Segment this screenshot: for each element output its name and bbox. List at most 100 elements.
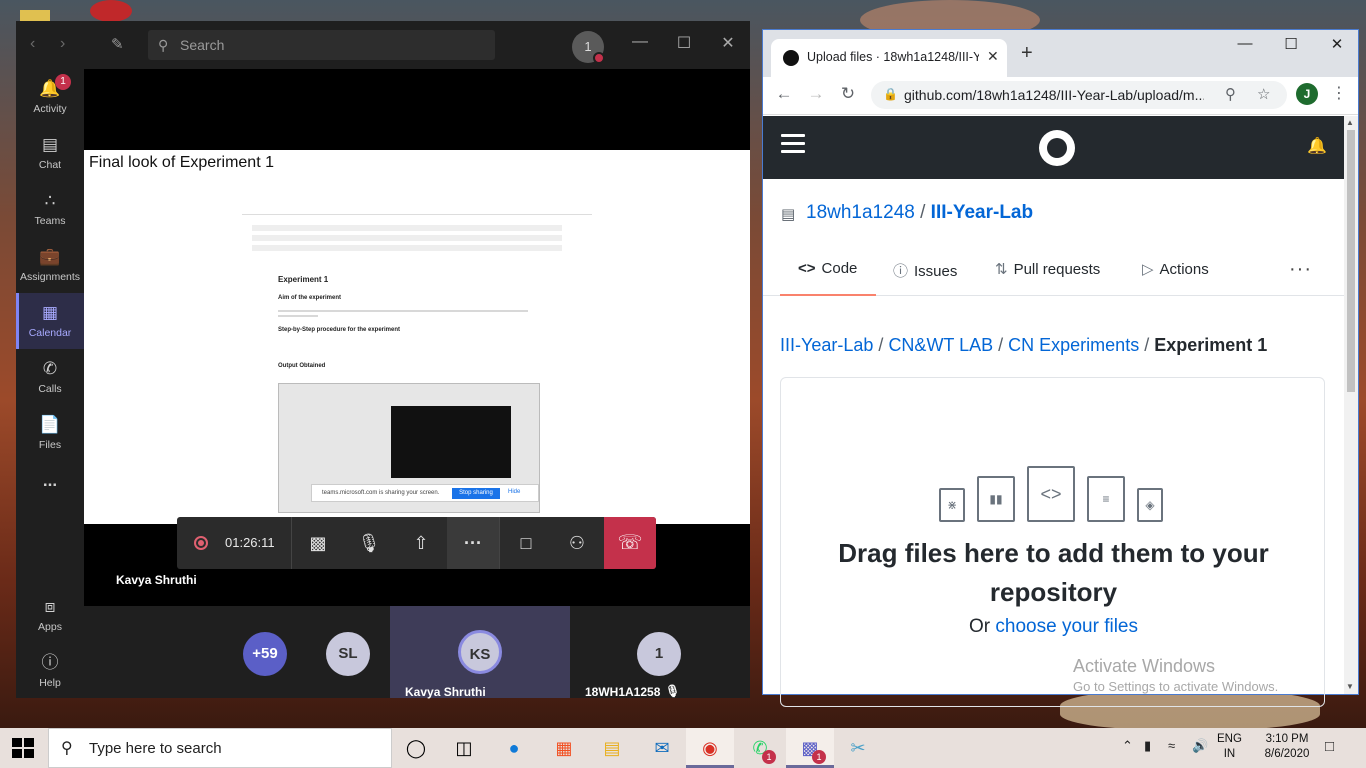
rail-item-calls[interactable]: ✆ Calls <box>16 349 84 405</box>
doc-procedure: Step-by-Step procedure for the experimen… <box>278 327 401 333</box>
system-clock[interactable]: 3:10 PM 8/6/2020 <box>1257 732 1317 762</box>
more-options-icon[interactable]: ··· <box>458 529 488 557</box>
chrome-icon[interactable]: ◉ <box>686 728 734 768</box>
mic-off-icon[interactable]: 🎙 <box>354 529 384 557</box>
participant-avatar[interactable]: SL <box>326 632 370 676</box>
maximize-button[interactable]: ☐ <box>672 33 696 53</box>
show-hidden-icons-icon[interactable]: ⌃ <box>1122 738 1133 754</box>
breadcrumb-current: Experiment 1 <box>1154 335 1268 355</box>
scroll-down-icon[interactable]: ▼ <box>1346 682 1354 691</box>
search-icon: ⚲ <box>158 37 169 53</box>
maximize-button[interactable]: ☐ <box>1279 35 1303 53</box>
rail-item-teams[interactable]: ∴ Teams <box>16 181 84 237</box>
camera-off-icon[interactable]: ▩ <box>303 529 333 557</box>
participant-avatar[interactable]: 1 <box>637 632 681 676</box>
mail-icon[interactable]: ✉ <box>638 728 686 768</box>
files-icon: 📄 <box>39 415 61 434</box>
profile-avatar[interactable]: J <box>1296 83 1318 105</box>
windows-start-icon[interactable] <box>12 738 34 758</box>
edge-icon[interactable]: ● <box>490 728 538 768</box>
page-scrollbar[interactable]: ▲ ▼ <box>1344 116 1358 694</box>
file-drop-zone[interactable]: ⋇ ▮▮ <> ≡ ◈ Drag files here to add them … <box>780 377 1325 707</box>
rail-label: Files <box>38 439 62 451</box>
zoom-icon[interactable]: ⚲ <box>1225 85 1236 103</box>
menu-kebab-icon[interactable]: ⋮ <box>1331 83 1347 103</box>
rail-item-apps[interactable]: ⧈ Apps <box>16 587 84 643</box>
rail-item-chat[interactable]: ▤ Chat <box>16 125 84 181</box>
github-logo-icon[interactable] <box>1039 130 1075 166</box>
repo-name-link[interactable]: III-Year-Lab <box>931 202 1033 223</box>
breadcrumb-link[interactable]: III-Year-Lab <box>780 335 873 355</box>
address-bar[interactable]: 🔒 github.com/18wh1a1248/III-Year-Lab/upl… <box>871 81 1287 109</box>
tab-issues[interactable]: ⓘ Issues <box>893 260 957 296</box>
teams-icon[interactable]: ▩ 1 <box>786 728 834 768</box>
snipping-tool-icon[interactable]: ✂ <box>834 728 882 768</box>
doc-file-row <box>252 225 562 231</box>
language-indicator[interactable]: ENG IN <box>1217 732 1242 762</box>
wifi-icon[interactable]: ≈ <box>1168 738 1175 753</box>
search-input[interactable]: ⚲ Search <box>148 30 495 60</box>
cortana-icon[interactable]: ◯ <box>392 728 440 768</box>
notifications-icon[interactable]: □ <box>1325 738 1334 755</box>
scrollbar-thumb[interactable] <box>1347 130 1355 392</box>
rail-item-more[interactable]: ... <box>16 461 84 517</box>
rail-item-files[interactable]: 📄 Files <box>16 405 84 461</box>
desktop-icon[interactable] <box>90 0 132 22</box>
hamburger-menu-icon[interactable] <box>781 134 805 158</box>
volume-icon[interactable]: 🔊 <box>1192 738 1208 754</box>
bookmark-star-icon[interactable]: ☆ <box>1257 85 1270 103</box>
store-icon[interactable]: ▦ <box>540 728 588 768</box>
overflow-participants-button[interactable]: +59 <box>243 632 287 676</box>
rail-item-assignments[interactable]: 💼 Assignments <box>16 237 84 293</box>
tab-upload-files[interactable]: Upload files · 18wh1a1248/III-Year-Lab ✕ <box>771 39 1007 77</box>
tab-label: Pull requests <box>1013 261 1101 278</box>
forward-icon[interactable]: › <box>60 35 65 53</box>
separator: / <box>878 335 889 355</box>
compose-icon[interactable]: ✎ <box>111 35 131 55</box>
call-timer: 01:26:11 <box>225 535 275 550</box>
minimize-button[interactable]: — <box>1233 35 1257 52</box>
task-view-icon[interactable]: ◫ <box>440 728 488 768</box>
file-zip-icon: ⋇ <box>939 488 965 522</box>
close-button[interactable]: ✕ <box>716 33 740 53</box>
rail-item-activity[interactable]: 🔔 Activity 1 <box>16 69 84 125</box>
close-tab-icon[interactable]: ✕ <box>987 48 999 65</box>
code-icon: <> <box>798 260 816 277</box>
teams-badge: 1 <box>812 750 826 764</box>
reload-icon[interactable]: ↻ <box>837 84 859 104</box>
back-icon[interactable]: ← <box>773 84 795 104</box>
back-icon[interactable]: ‹ <box>30 35 35 53</box>
scroll-up-icon[interactable]: ▲ <box>1346 118 1354 127</box>
chat-icon[interactable]: □ <box>511 529 541 557</box>
close-button[interactable]: ✕ <box>1325 35 1349 53</box>
repo-owner-link[interactable]: 18wh1a1248 <box>806 202 915 223</box>
shared-document: Experiment 1 Aim of the experiment Step-… <box>242 214 592 520</box>
rail-item-help[interactable]: ⓘ Help <box>16 643 84 699</box>
file-text-icon: ≡ <box>1087 476 1125 522</box>
breadcrumb-link[interactable]: CN&WT LAB <box>888 335 993 355</box>
participant-tile-active[interactable]: KS Kavya Shruthi <box>390 606 570 699</box>
new-tab-button[interactable]: + <box>1021 42 1033 65</box>
battery-icon[interactable]: ▮ <box>1144 738 1151 754</box>
more-tabs-icon[interactable]: ··· <box>1289 258 1312 281</box>
file-explorer-icon[interactable]: ▤ <box>588 728 636 768</box>
teams-titlebar: ‹ › ✎ ⚲ Search 1 — ☐ ✕ <box>16 21 750 69</box>
more-icon: ... <box>42 471 58 490</box>
choose-files-link[interactable]: choose your files <box>995 616 1138 637</box>
rail-item-calendar[interactable]: ▦ Calendar <box>16 293 84 349</box>
repo-icon: ▤ <box>781 206 796 223</box>
hang-up-button[interactable]: ☏ <box>604 517 656 569</box>
forward-icon[interactable]: → <box>805 84 827 104</box>
tab-actions[interactable]: ▷ Actions <box>1142 260 1209 296</box>
tab-code[interactable]: <> Code <box>780 260 876 296</box>
participants-icon[interactable]: ⚇ <box>562 529 592 557</box>
tab-pull-requests[interactable]: ⇅ Pull requests <box>995 260 1100 296</box>
share-screen-icon[interactable]: ⇧ <box>406 529 436 557</box>
whatsapp-icon[interactable]: ✆ 1 <box>736 728 784 768</box>
tab-title: Upload files · 18wh1a1248/III-Year-Lab <box>807 50 979 64</box>
notifications-bell-icon[interactable]: 🔔 <box>1307 136 1327 156</box>
breadcrumb-link[interactable]: CN Experiments <box>1008 335 1139 355</box>
taskbar-search-input[interactable]: ⚲ Type here to search <box>48 728 392 768</box>
minimize-button[interactable]: — <box>628 33 652 51</box>
participant-gallery: +59 SL KS Kavya Shruthi 1 18WH1A1258 🎙 <box>84 606 750 699</box>
